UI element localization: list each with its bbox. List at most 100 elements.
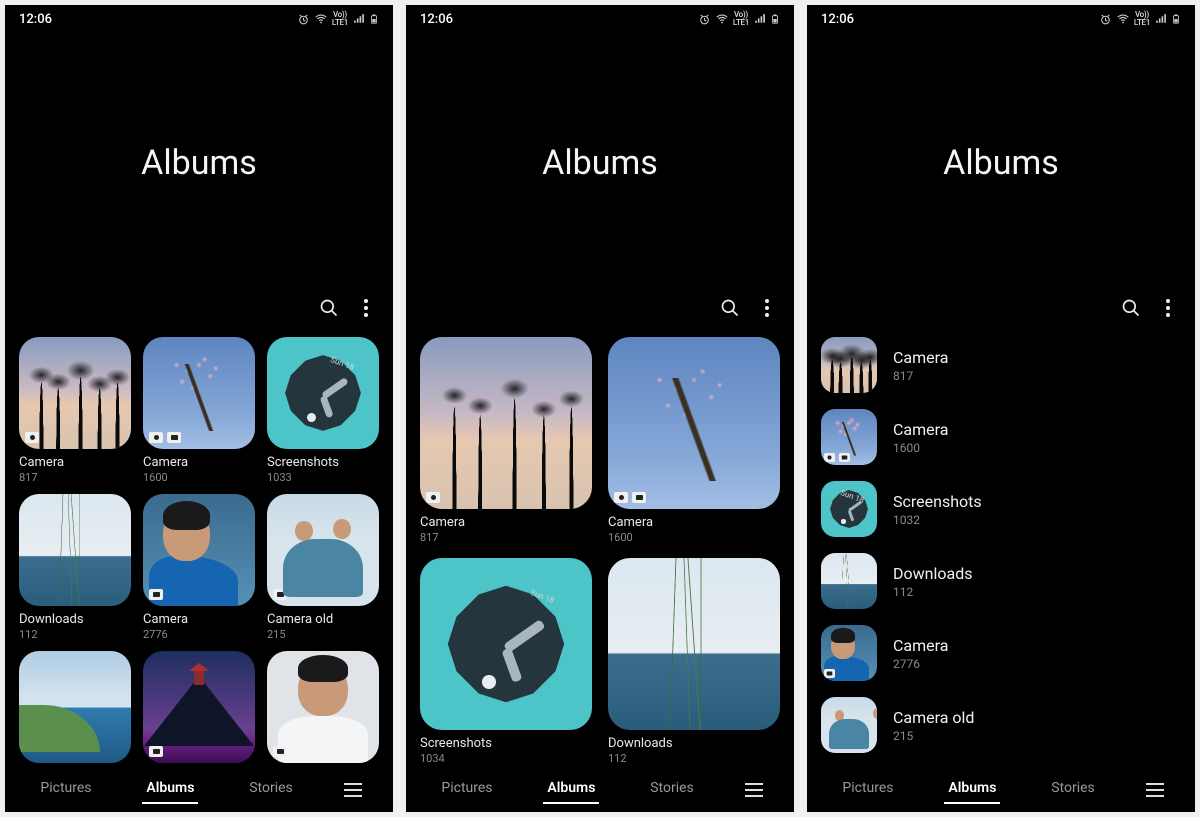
album-thumbnail[interactable] xyxy=(143,494,255,606)
album-thumbnail[interactable] xyxy=(19,651,131,763)
album-count: 1033 xyxy=(267,471,379,484)
album-thumbnail[interactable] xyxy=(19,494,131,606)
camera-badge-icon xyxy=(824,453,835,462)
thumbnail-badges xyxy=(273,589,287,600)
list-item-text: Camera1600 xyxy=(893,420,948,455)
bottom-nav: Pictures Albums Stories xyxy=(807,768,1195,812)
camera-badge-icon xyxy=(25,432,39,443)
album-thumbnail[interactable] xyxy=(608,558,780,730)
lte-label: Vo)) LTE1 xyxy=(332,11,348,27)
battery-icon xyxy=(770,12,780,26)
album-thumbnail[interactable] xyxy=(821,337,877,393)
nav-pictures[interactable]: Pictures xyxy=(36,776,95,804)
list-item[interactable]: Camera 817 xyxy=(821,337,1181,393)
album-card[interactable]: Sun 18Screenshots1034 xyxy=(420,558,592,765)
album-card[interactable]: Camera2776 xyxy=(143,494,255,641)
album-card[interactable] xyxy=(19,651,131,763)
toolbar xyxy=(807,293,1195,337)
album-card[interactable] xyxy=(267,651,379,763)
page-header: Albums xyxy=(807,33,1195,293)
list-item[interactable]: Downloads112 xyxy=(821,553,1181,609)
album-thumbnail[interactable]: Sun 18 xyxy=(267,337,379,449)
camera-badge-icon xyxy=(426,492,440,503)
album-card[interactable]: Camera817 xyxy=(19,337,131,484)
album-card[interactable]: Sun 18Screenshots1033 xyxy=(267,337,379,484)
albums-list[interactable]: Camera 817 Camera1600 Sun 18 Screenshots1032… xyxy=(807,337,1195,768)
album-count: 817 xyxy=(19,471,131,484)
alarm-icon xyxy=(297,13,310,26)
list-item[interactable]: Camera2776 xyxy=(821,625,1181,681)
list-item[interactable]: Camera old 215 xyxy=(821,697,1181,753)
status-time: 12:06 xyxy=(821,12,854,27)
album-thumbnail[interactable] xyxy=(143,337,255,449)
sd-badge-icon xyxy=(632,492,646,503)
album-thumbnail[interactable] xyxy=(19,337,131,449)
album-name: Camera xyxy=(893,348,948,367)
nav-pictures[interactable]: Pictures xyxy=(838,776,897,804)
nav-stories[interactable]: Stories xyxy=(245,776,297,804)
more-options-icon[interactable] xyxy=(1161,299,1175,317)
album-thumbnail[interactable] xyxy=(267,494,379,606)
search-icon[interactable] xyxy=(319,298,339,318)
album-card[interactable]: Downloads112 xyxy=(608,558,780,765)
album-thumbnail[interactable] xyxy=(267,651,379,763)
albums-grid[interactable]: Camera817Camera1600Sun 18Screenshots1033… xyxy=(5,337,393,768)
album-count: 1600 xyxy=(608,531,780,544)
sd-badge-icon xyxy=(167,432,181,443)
album-thumbnail[interactable]: Sun 18 xyxy=(420,558,592,730)
album-thumbnail[interactable] xyxy=(821,553,877,609)
album-card[interactable]: Downloads112 xyxy=(19,494,131,641)
list-item-text: Downloads112 xyxy=(893,564,972,599)
album-card[interactable]: Camera817 xyxy=(420,337,592,544)
search-icon[interactable] xyxy=(720,298,740,318)
nav-albums[interactable]: Albums xyxy=(543,776,599,804)
album-thumbnail[interactable] xyxy=(821,625,877,681)
album-card[interactable]: Camera1600 xyxy=(608,337,780,544)
list-item[interactable]: Sun 18 Screenshots1032 xyxy=(821,481,1181,537)
more-options-icon[interactable] xyxy=(359,299,373,317)
nav-albums[interactable]: Albums xyxy=(944,776,1000,804)
thumbnail-badges xyxy=(824,669,835,678)
nav-albums[interactable]: Albums xyxy=(142,776,198,804)
menu-icon[interactable] xyxy=(1146,783,1164,797)
list-item-text: Screenshots1032 xyxy=(893,492,982,527)
sd-badge-icon xyxy=(273,589,287,600)
search-icon[interactable] xyxy=(1121,298,1141,318)
status-time: 12:06 xyxy=(420,12,453,27)
album-thumbnail[interactable]: Sun 18 xyxy=(821,481,877,537)
album-count: 112 xyxy=(893,585,972,599)
album-card[interactable]: Camera1600 xyxy=(143,337,255,484)
wifi-icon xyxy=(1116,12,1130,26)
album-thumbnail[interactable] xyxy=(608,337,780,509)
album-thumbnail[interactable] xyxy=(143,651,255,763)
album-name: Camera old xyxy=(893,708,974,727)
album-count: 215 xyxy=(267,628,379,641)
album-card[interactable]: Camera old215 xyxy=(267,494,379,641)
album-thumbnail[interactable] xyxy=(420,337,592,509)
album-count: 2776 xyxy=(143,628,255,641)
album-thumbnail[interactable] xyxy=(821,697,877,753)
nav-pictures[interactable]: Pictures xyxy=(437,776,496,804)
battery-icon xyxy=(369,12,379,26)
album-count: 215 xyxy=(893,729,974,743)
album-thumbnail[interactable] xyxy=(821,409,877,465)
album-card[interactable] xyxy=(143,651,255,763)
thumbnail-badges xyxy=(149,746,163,757)
status-bar: 12:06 Vo)) LTE1 xyxy=(807,5,1195,33)
album-name: Screenshots xyxy=(420,736,592,751)
alarm-icon xyxy=(698,13,711,26)
album-name: Camera old xyxy=(267,612,379,627)
albums-grid[interactable]: Camera817Camera1600Sun 18Screenshots1034… xyxy=(406,337,794,768)
page-title: Albums xyxy=(943,143,1059,183)
alarm-icon xyxy=(1099,13,1112,26)
nav-stories[interactable]: Stories xyxy=(1047,776,1099,804)
nav-stories[interactable]: Stories xyxy=(646,776,698,804)
menu-icon[interactable] xyxy=(745,783,763,797)
album-name: Screenshots xyxy=(893,492,982,511)
wifi-icon xyxy=(314,12,328,26)
album-count: 817 xyxy=(893,369,948,383)
menu-icon[interactable] xyxy=(344,783,362,797)
more-options-icon[interactable] xyxy=(760,299,774,317)
album-name: Camera xyxy=(893,420,948,439)
list-item[interactable]: Camera1600 xyxy=(821,409,1181,465)
